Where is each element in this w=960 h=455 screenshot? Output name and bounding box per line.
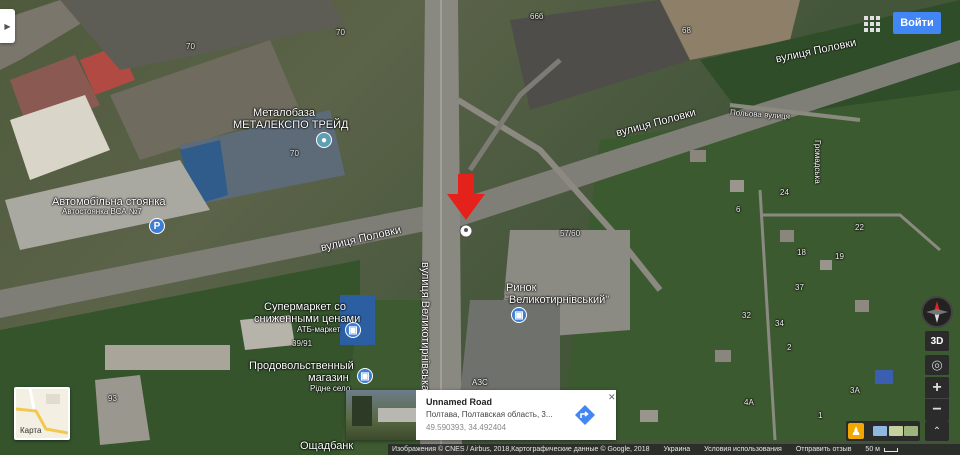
- feedback-link[interactable]: Отправить отзыв: [792, 446, 862, 453]
- zoom-controls: + −: [925, 377, 949, 421]
- directions-icon[interactable]: [574, 404, 596, 426]
- imagery-thumb[interactable]: [873, 426, 887, 436]
- house-number: 37: [795, 283, 804, 292]
- house-number: 39/91: [292, 339, 313, 348]
- zoom-in-icon[interactable]: +: [925, 377, 949, 399]
- chevron-right-icon: ▶: [4, 21, 11, 31]
- label-supermarket-2: сниженными ценами: [254, 313, 361, 325]
- label-market-2: "Великотирнівський": [505, 294, 610, 306]
- street-view-bar[interactable]: ♟: [846, 421, 920, 441]
- pegman-icon[interactable]: ♟: [848, 423, 864, 439]
- label-food-1: Продовольственный: [249, 360, 354, 372]
- close-icon[interactable]: ✕: [608, 392, 616, 403]
- road-hromadska: Громадська: [813, 140, 822, 184]
- house-number: 66б: [530, 12, 544, 21]
- store-poi-icon[interactable]: ●: [316, 132, 332, 148]
- label-food-2: магазин: [308, 372, 349, 384]
- street-view-photo[interactable]: [346, 390, 416, 440]
- shopping-bag-icon-3[interactable]: ▣: [511, 307, 527, 323]
- expand-icon[interactable]: ⌃: [925, 421, 949, 441]
- house-number: 18: [797, 248, 806, 257]
- label-parking-2: Автостоянка ВСА №7: [62, 207, 142, 216]
- house-number: 19: [835, 252, 844, 261]
- house-number: 22: [855, 223, 864, 232]
- login-button[interactable]: Войти: [893, 12, 941, 34]
- label-metalexpo: МЕТАЛЕКСПО ТРЕЙД: [233, 119, 349, 131]
- house-number: 68: [682, 26, 691, 35]
- house-number: 2: [787, 343, 792, 352]
- grid-apps-icon[interactable]: [862, 14, 880, 32]
- house-number: 3А: [850, 386, 860, 395]
- imagery-thumb[interactable]: [889, 426, 903, 436]
- house-number: 57/60: [560, 229, 581, 238]
- compass-icon[interactable]: [921, 296, 953, 328]
- my-location-icon[interactable]: ◎: [925, 355, 949, 375]
- house-number: 93: [108, 394, 117, 403]
- map-footer: Изображения © CNES / Airbus, 2018,Картог…: [388, 444, 960, 455]
- place-pin-icon[interactable]: [459, 224, 473, 238]
- house-number: 24: [780, 188, 789, 197]
- zoom-out-icon[interactable]: −: [925, 399, 949, 421]
- place-coordinates[interactable]: 49.590393, 34.492404: [426, 423, 506, 432]
- road-velykotyrnivska: вулиця Великотирнівська: [419, 262, 431, 392]
- house-number: 70: [336, 28, 345, 37]
- label-supermarket-1: Супермаркет со: [264, 301, 346, 313]
- house-number: 34: [775, 319, 784, 328]
- layer-toggle-label: Карта: [20, 426, 42, 435]
- label-oshchadbank: Ощадбанк: [300, 440, 354, 452]
- attribution-text: Изображения © CNES / Airbus, 2018,Картог…: [392, 446, 650, 453]
- shopping-bag-icon-2[interactable]: ▣: [357, 368, 373, 384]
- house-number: 70: [186, 42, 195, 51]
- house-number: 4А: [744, 398, 754, 407]
- label-azs: АЗС: [472, 378, 488, 387]
- house-number: 1: [818, 411, 823, 420]
- house-number: 6: [736, 205, 741, 214]
- imagery-thumb[interactable]: [904, 426, 918, 436]
- region-link[interactable]: Украина: [660, 446, 701, 453]
- place-address: Полтава, Полтавская область, 3...: [426, 410, 553, 419]
- parking-icon[interactable]: P: [149, 218, 165, 234]
- label-supermarket-3: АТБ-маркет: [297, 325, 341, 334]
- house-number: 70: [290, 149, 299, 158]
- label-metalobaza: Металобаза: [253, 107, 315, 119]
- place-title[interactable]: Unnamed Road: [426, 397, 492, 407]
- map-layer-toggle[interactable]: Карта: [14, 387, 70, 440]
- label-food-3: Рідне село: [310, 384, 351, 393]
- tilt-3d-button[interactable]: 3D: [925, 331, 949, 351]
- label-market-1: Ринок: [506, 282, 537, 294]
- satellite-map[interactable]: Металобаза МЕТАЛЕКСПО ТРЕЙД ● Автомобіль…: [0, 0, 960, 455]
- place-info-card[interactable]: Unnamed Road Полтава, Полтавская область…: [346, 390, 616, 440]
- terms-link[interactable]: Условия использования: [700, 446, 792, 453]
- scale-label[interactable]: 50 м: [861, 446, 882, 453]
- shopping-bag-icon[interactable]: ▣: [345, 322, 361, 338]
- sidebar-toggle-button[interactable]: ▶: [0, 9, 15, 43]
- scale-bar: [883, 447, 898, 452]
- house-number: 32: [742, 311, 751, 320]
